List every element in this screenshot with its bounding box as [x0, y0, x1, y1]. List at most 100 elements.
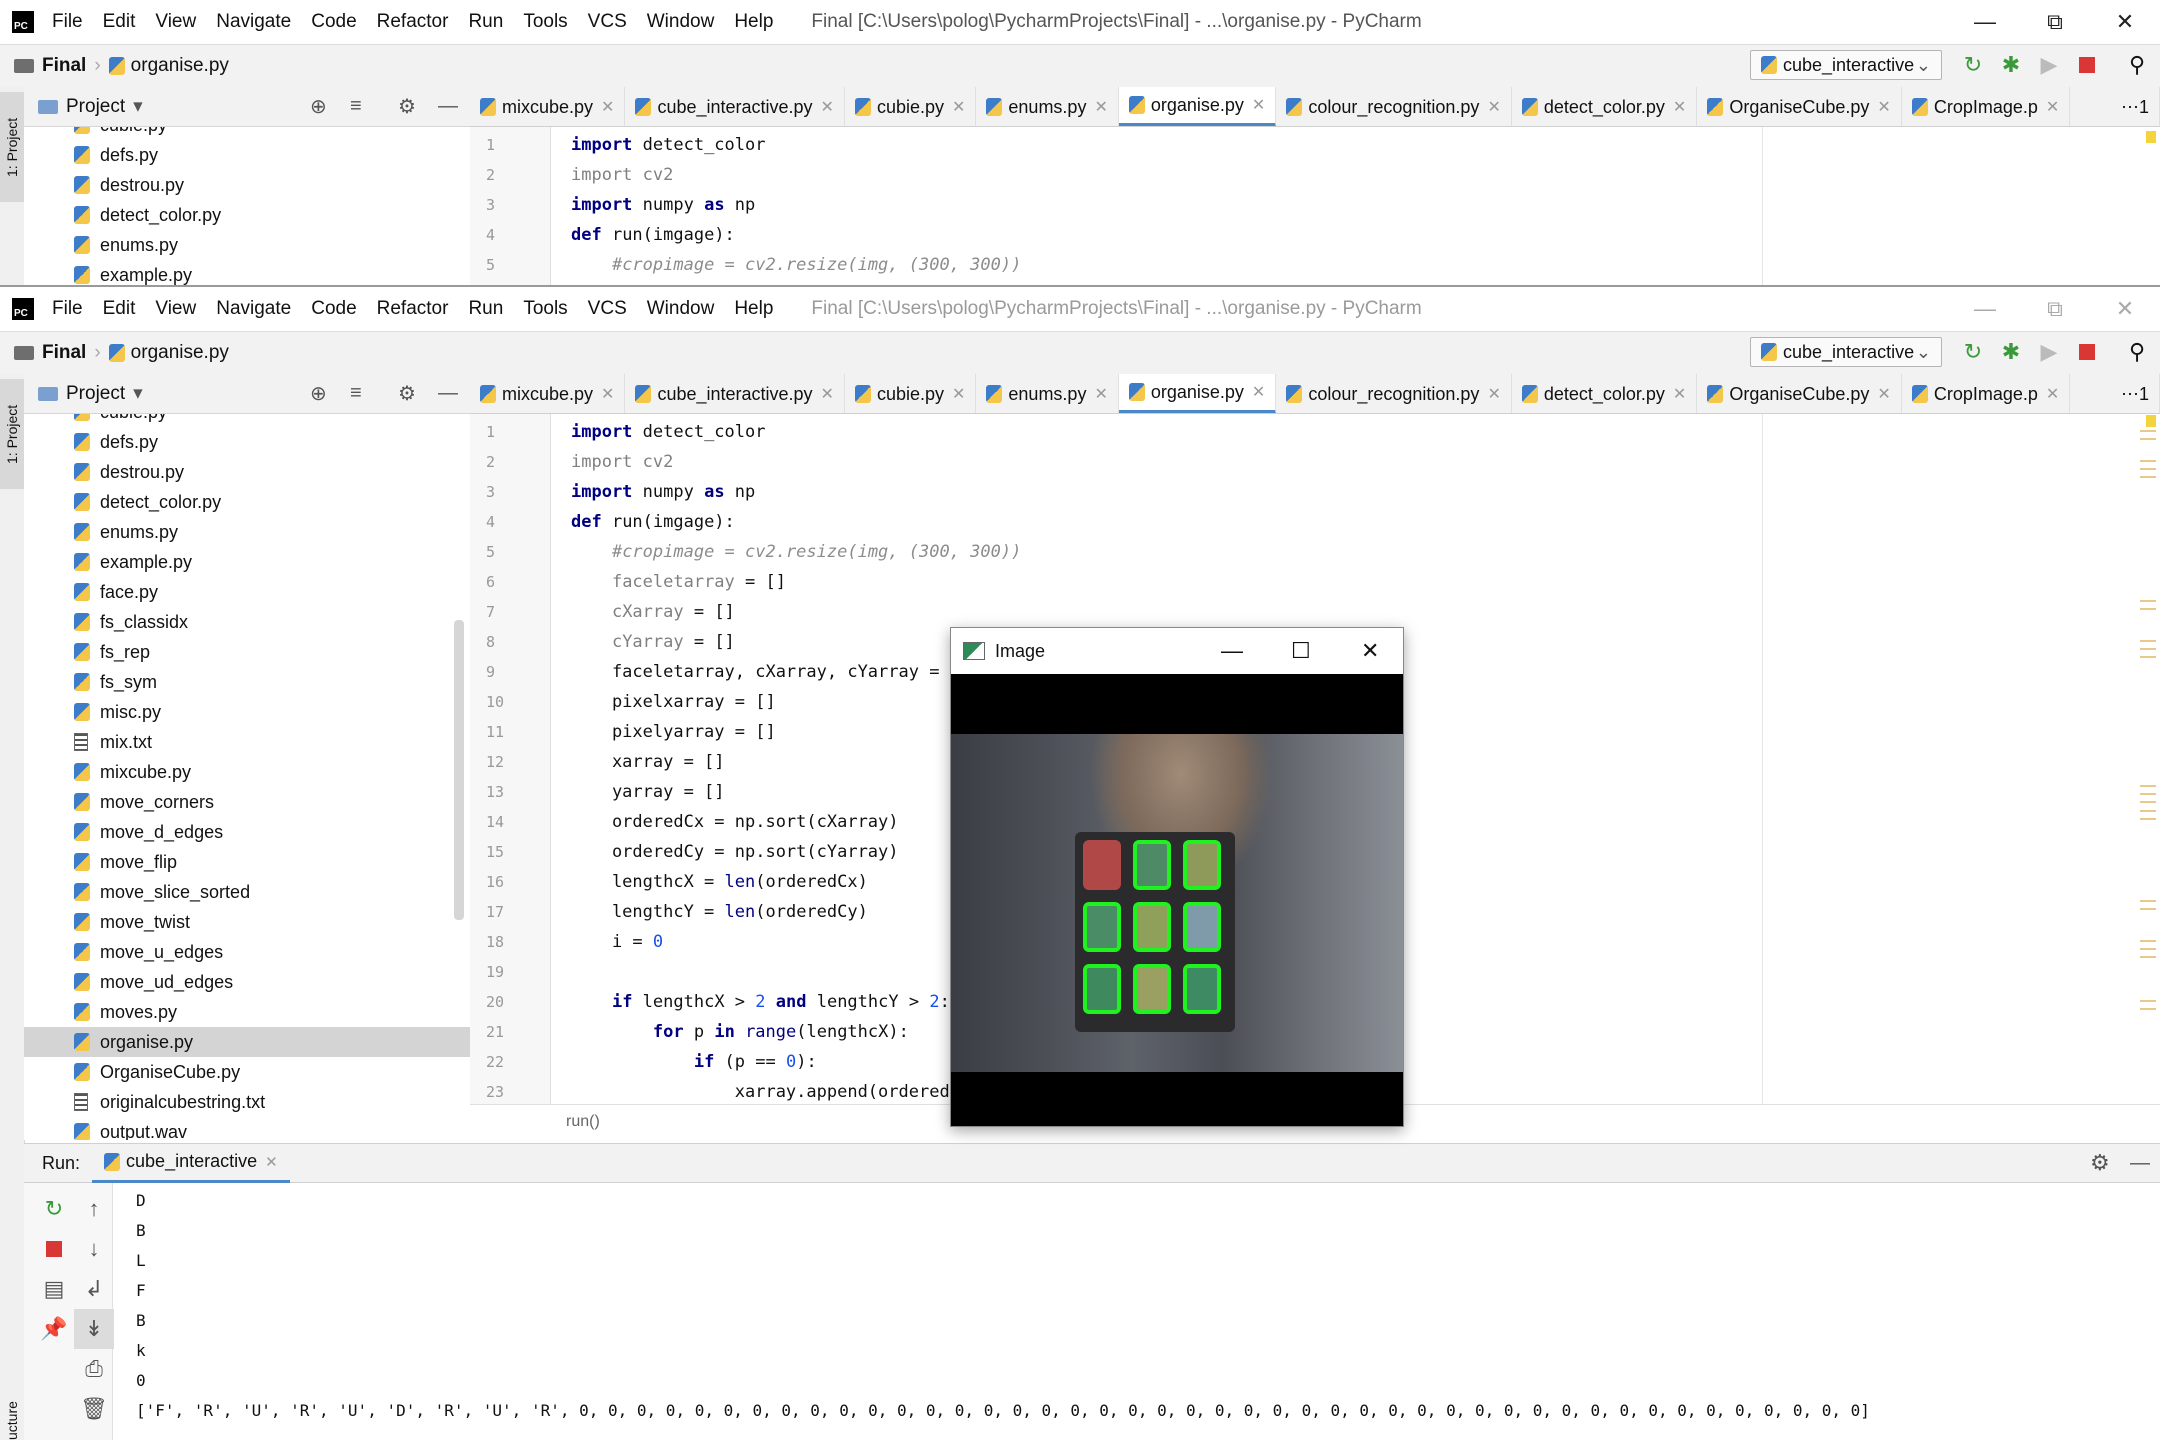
close-tab-icon[interactable]: ✕: [821, 97, 834, 117]
bg-menu-tools[interactable]: Tools: [523, 11, 567, 33]
tree-item[interactable]: defs.py: [24, 140, 470, 170]
code-breadcrumb[interactable]: run(): [566, 1113, 600, 1131]
bg-menu-code[interactable]: Code: [311, 11, 356, 33]
bg-tab-enums-py[interactable]: enums.py ✕: [976, 87, 1119, 126]
tab-organise-py[interactable]: organise.py ✕: [1118, 374, 1277, 413]
tree-item[interactable]: example.py: [24, 547, 470, 577]
bg-close-button[interactable]: ✕: [2090, 0, 2160, 44]
tree-item[interactable]: example.py: [24, 260, 470, 285]
hide-icon[interactable]: —: [438, 382, 458, 405]
close-tab-icon[interactable]: ✕: [1877, 97, 1890, 117]
close-tab-icon[interactable]: ✕: [1094, 97, 1107, 117]
tree-item[interactable]: fs_sym: [24, 667, 470, 697]
menu-code[interactable]: Code: [311, 298, 356, 320]
tab-enums-py[interactable]: enums.py ✕: [976, 374, 1119, 413]
run-console[interactable]: D B L F Bk 0 ['F', 'R', 'U', 'R', 'U', 'D', 'R…: [120, 1186, 2160, 1440]
soft-wrap-icon[interactable]: ↲: [74, 1269, 114, 1309]
bg-menu-window[interactable]: Window: [647, 11, 715, 33]
maximize-icon[interactable]: ☐: [1291, 638, 1311, 664]
code-line[interactable]: def run(imgage):: [551, 220, 2136, 250]
tab-cropimage-p[interactable]: CropImage.p ✕: [1902, 374, 2071, 413]
tabs-overflow[interactable]: ⋯1: [2111, 374, 2160, 413]
tree-item[interactable]: move_u_edges: [24, 937, 470, 967]
side-tab-structure[interactable]: ucture: [0, 1384, 24, 1440]
rerun-icon[interactable]: ↻: [1958, 337, 1988, 367]
menu-run[interactable]: Run: [468, 298, 503, 320]
run-config-select[interactable]: cube_interactive ⌄: [1750, 337, 1942, 367]
minimize-button[interactable]: —: [1950, 287, 2020, 331]
collapse-icon[interactable]: ≡: [350, 382, 362, 405]
code-line[interactable]: def run(imgage):: [551, 507, 2136, 537]
minimize-icon[interactable]: —: [1221, 638, 1243, 664]
tree-item[interactable]: organise.py: [24, 1027, 470, 1057]
code-line[interactable]: cXarray = []: [551, 597, 2136, 627]
close-tab-icon[interactable]: ✕: [821, 384, 834, 404]
close-tab-icon[interactable]: ✕: [601, 97, 614, 117]
rerun-icon[interactable]: ↻: [1958, 50, 1988, 80]
bg-project-label[interactable]: Project: [66, 96, 125, 118]
close-tab-icon[interactable]: ✕: [1487, 384, 1500, 404]
tree-item[interactable]: mix.txt: [24, 727, 470, 757]
stop-icon[interactable]: [34, 1229, 74, 1269]
menu-navigate[interactable]: Navigate: [216, 298, 291, 320]
bg-tab-organisecube-py[interactable]: OrganiseCube.py ✕: [1697, 87, 1902, 126]
tree-item[interactable]: defs.py: [24, 427, 470, 457]
code-line[interactable]: import cv2: [551, 447, 2136, 477]
bg-menu-view[interactable]: View: [155, 11, 196, 33]
close-tab-icon[interactable]: ✕: [1673, 384, 1686, 404]
close-tab-icon[interactable]: ✕: [1094, 384, 1107, 404]
bg-menu-edit[interactable]: Edit: [103, 11, 136, 33]
bg-run-config-select[interactable]: cube_interactive ⌄: [1750, 50, 1942, 80]
stop-icon[interactable]: [2072, 50, 2102, 80]
dropdown-icon[interactable]: ▾: [133, 382, 143, 405]
bg-tab-detect-color-py[interactable]: detect_color.py ✕: [1512, 87, 1698, 126]
bg-tab-cube-interactive-py[interactable]: cube_interactive.py ✕: [625, 87, 845, 126]
coverage-icon[interactable]: ▶: [2034, 50, 2064, 80]
menu-view[interactable]: View: [155, 298, 196, 320]
bg-side-tab-project[interactable]: 1: Project: [0, 92, 24, 202]
close-tab-icon[interactable]: ✕: [952, 384, 965, 404]
tree-item[interactable]: originalcubestring.txt: [24, 1087, 470, 1117]
tree-item[interactable]: mixcube.py: [24, 757, 470, 787]
rerun-icon[interactable]: ↻: [34, 1189, 74, 1229]
bg-tab-mixcube-py[interactable]: mixcube.py ✕: [470, 87, 626, 126]
bg-tab-cubie-py[interactable]: cubie.py ✕: [845, 87, 977, 126]
tree-item[interactable]: OrganiseCube.py: [24, 1057, 470, 1087]
tree-item[interactable]: destrou.py: [24, 457, 470, 487]
menu-vcs[interactable]: VCS: [588, 298, 627, 320]
tree-item[interactable]: face.py: [24, 577, 470, 607]
crumb-project[interactable]: Final: [42, 342, 86, 364]
close-button[interactable]: ✕: [2090, 287, 2160, 331]
search-icon[interactable]: ⚲: [2122, 50, 2152, 80]
bg-restore-button[interactable]: ⧉: [2020, 0, 2090, 44]
tree-item[interactable]: detect_color.py: [24, 200, 470, 230]
bg-code-area[interactable]: import detect_color import cv2 import nump…: [551, 127, 2136, 285]
close-tab-icon[interactable]: ✕: [1252, 382, 1265, 402]
locate-icon[interactable]: ⊕: [310, 381, 327, 406]
close-tab-icon[interactable]: ✕: [1252, 95, 1265, 115]
menu-file[interactable]: File: [52, 298, 83, 320]
tree-item[interactable]: move_d_edges: [24, 817, 470, 847]
collapse-icon[interactable]: ≡: [350, 95, 362, 118]
bg-menu-vcs[interactable]: VCS: [588, 11, 627, 33]
tab-organisecube-py[interactable]: OrganiseCube.py ✕: [1697, 374, 1902, 413]
side-tab-project[interactable]: 1: Project: [0, 379, 24, 489]
tree-item[interactable]: enums.py: [24, 517, 470, 547]
image-window-titlebar[interactable]: Image — ☐ ✕: [951, 628, 1403, 674]
bg-tab-cropimage-p[interactable]: CropImage.p ✕: [1902, 87, 2071, 126]
print-icon[interactable]: ⎙: [74, 1349, 114, 1389]
image-window[interactable]: Image — ☐ ✕: [950, 627, 1404, 1127]
tree-item[interactable]: move_corners: [24, 787, 470, 817]
run-settings-icon[interactable]: ⚙: [2090, 1150, 2110, 1176]
menu-tools[interactable]: Tools: [523, 298, 567, 320]
scroll-to-end-icon[interactable]: ↡: [74, 1309, 114, 1349]
locate-icon[interactable]: ⊕: [310, 94, 327, 119]
tree-item[interactable]: move_flip: [24, 847, 470, 877]
tree-item[interactable]: enums.py: [24, 230, 470, 260]
coverage-icon[interactable]: ▶: [2034, 337, 2064, 367]
restore-button[interactable]: ⧉: [2020, 287, 2090, 331]
bg-menu-refactor[interactable]: Refactor: [377, 11, 449, 33]
tab-mixcube-py[interactable]: mixcube.py ✕: [470, 374, 626, 413]
close-icon[interactable]: ✕: [1361, 638, 1379, 664]
tab-colour-recognition-py[interactable]: colour_recognition.py ✕: [1276, 374, 1512, 413]
